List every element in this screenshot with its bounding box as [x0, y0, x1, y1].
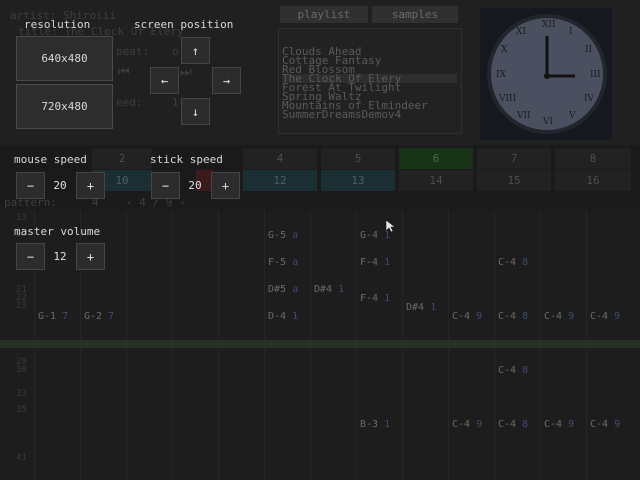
note-cell[interactable]: C-4 9	[590, 311, 620, 322]
row-number: 41	[16, 453, 27, 463]
mouse-cursor-icon	[386, 220, 395, 233]
speed-label: eed:	[116, 96, 143, 109]
screen-position-label: screen position	[134, 18, 234, 31]
note-cell[interactable]: F-4 1	[360, 257, 390, 268]
note-cell[interactable]: C-4 9	[452, 419, 482, 430]
note-cell[interactable]: C-4 9	[544, 419, 574, 430]
tab-samples[interactable]: samples	[372, 6, 458, 23]
note-cell[interactable]: D#5 a	[268, 284, 298, 295]
note-cell[interactable]: F-5 a	[268, 257, 298, 268]
note-cell[interactable]: D#4 1	[406, 302, 436, 313]
note-cell[interactable]: C-4 8	[498, 257, 528, 268]
row-number: 30	[16, 365, 27, 375]
master-volume-decrease-button[interactable]: −	[16, 243, 45, 270]
next-track-icon[interactable]: ⏭	[180, 65, 192, 80]
mouse-speed-decrease-button[interactable]: −	[16, 172, 45, 199]
current-row-highlight	[0, 340, 640, 348]
note-cell[interactable]: C-4 8	[498, 419, 528, 430]
clock-face: XII I II III IV V VI VII VIII IX X XI	[487, 14, 607, 134]
master-volume-value: 12	[53, 250, 67, 263]
playlist-item[interactable]: SummerDreamsDemov4	[282, 109, 401, 120]
channel-button[interactable]: 4	[243, 148, 317, 169]
arrow-up-button[interactable]: ↑	[181, 37, 210, 64]
note-cell[interactable]: G-5 a	[268, 230, 298, 241]
mouse-speed-value: 20	[53, 179, 67, 192]
note-cell[interactable]: G-1 7	[38, 311, 68, 322]
channel-button[interactable]: 14	[399, 170, 473, 191]
channel-button[interactable]: 13	[321, 170, 395, 191]
channel-button[interactable]: 16	[555, 170, 631, 191]
tab-playlist[interactable]: playlist	[280, 6, 368, 23]
master-volume-increase-button[interactable]: +	[76, 243, 105, 270]
repeat-label: peat:	[116, 45, 150, 58]
channel-button[interactable]: 7	[477, 148, 551, 169]
clock-hands	[544, 36, 575, 79]
note-cell[interactable]: C-4 8	[498, 311, 528, 322]
speed-value: 1	[172, 96, 179, 109]
note-cell[interactable]: D-4 1	[268, 311, 298, 322]
stick-speed-decrease-button[interactable]: −	[151, 172, 180, 199]
note-cell[interactable]: C-4 9	[590, 419, 620, 430]
arrow-down-button[interactable]: ↓	[181, 98, 210, 125]
channel-button[interactable]: 8	[555, 148, 631, 169]
row-number: 35	[16, 405, 27, 415]
channel-button[interactable]: 12	[243, 170, 317, 191]
mouse-speed-increase-button[interactable]: +	[76, 172, 105, 199]
note-cell[interactable]: G-2 7	[84, 311, 114, 322]
stick-speed-label: stick speed	[150, 153, 223, 166]
playlist: Clouds Ahead Cottage Fantasy Red Blossom…	[278, 28, 462, 134]
clock-panel: XII I II III IV V VI VII VIII IX X XI	[480, 8, 612, 140]
note-cell[interactable]: D#4 1	[314, 284, 344, 295]
stick-speed-value: 20	[188, 179, 202, 192]
row-number: 13	[16, 213, 27, 223]
arrow-right-button[interactable]: →	[212, 67, 241, 94]
arrow-left-button[interactable]: ←	[150, 67, 179, 94]
note-cell[interactable]: F-4 1	[360, 293, 390, 304]
master-volume-label: master volume	[14, 225, 101, 238]
channel-button[interactable]: 6	[399, 148, 473, 169]
resolution-640-button[interactable]: 640x480	[16, 36, 113, 81]
note-cell[interactable]: C-4 8	[498, 365, 528, 376]
stick-speed-increase-button[interactable]: +	[211, 172, 240, 199]
row-number: 23	[16, 301, 27, 311]
note-cell[interactable]: C-4 9	[544, 311, 574, 322]
prev-track-icon[interactable]: ⏮	[118, 65, 130, 80]
resolution-label: resolution	[24, 18, 91, 31]
note-cell[interactable]: C-4 9	[452, 311, 482, 322]
repeat-value: o	[172, 45, 179, 58]
channel-button[interactable]: 5	[321, 148, 395, 169]
channel-button[interactable]: 2	[92, 148, 152, 169]
mouse-speed-label: mouse speed	[14, 153, 87, 166]
row-number: 33	[16, 389, 27, 399]
resolution-720-button[interactable]: 720x480	[16, 84, 113, 129]
channel-button[interactable]: 15	[477, 170, 551, 191]
note-cell[interactable]: B-3 1	[360, 419, 390, 430]
